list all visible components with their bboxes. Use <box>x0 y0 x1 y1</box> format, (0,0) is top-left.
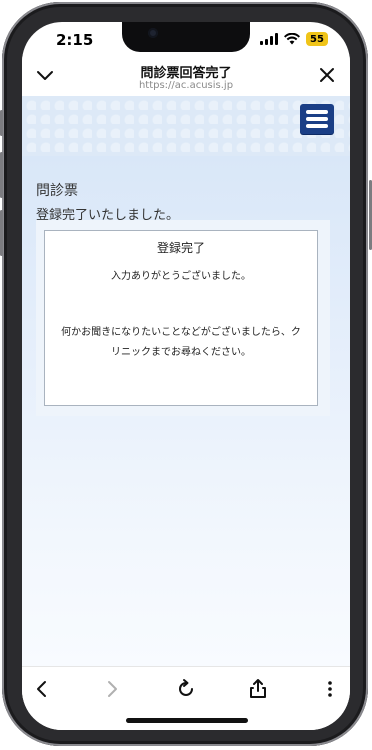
hamburger-menu-icon[interactable] <box>300 104 334 134</box>
screen: 2:15 55 問診票回答完了 https://ac.acusis.jp 問診票… <box>22 22 350 730</box>
forward-arrow-icon[interactable] <box>100 677 124 701</box>
status-time: 2:15 <box>56 31 94 49</box>
mute-switch <box>0 110 3 136</box>
completion-card: 登録完了 入力ありがとうございました。 何かお聞きになりたいことなどがございまし… <box>44 230 318 406</box>
card-thanks-text: 入力ありがとうございました。 <box>111 271 251 282</box>
card-contact-text: 何かお聞きになりたいことなどがございましたら、クリニックまでお尋ねください。 <box>61 327 301 358</box>
camera-icon <box>148 28 158 38</box>
page-title: 問診票回答完了 <box>140 66 232 81</box>
volume-up-button <box>0 152 3 198</box>
share-icon[interactable] <box>246 677 270 701</box>
notch <box>122 22 250 52</box>
card-title: 登録完了 <box>156 241 205 255</box>
site-header <box>22 96 350 157</box>
card-wrapper: 登録完了 入力ありがとうございました。 何かお聞きになりたいことなどがございまし… <box>36 220 330 416</box>
status-icons: 55 <box>260 32 328 46</box>
back-arrow-icon[interactable] <box>30 677 54 701</box>
cellular-signal-icon <box>260 33 278 45</box>
page-url: https://ac.acusis.jp <box>138 80 234 91</box>
main-content: 問診票 登録完了いたしました。 登録完了 入力ありがとうございました。 何かお聞… <box>22 156 350 666</box>
more-vertical-icon[interactable] <box>318 677 342 701</box>
wifi-icon <box>284 33 300 45</box>
home-indicator <box>126 718 248 723</box>
reload-icon[interactable] <box>174 677 198 701</box>
battery-indicator: 55 <box>306 32 328 46</box>
volume-down-button <box>0 210 3 256</box>
close-icon[interactable] <box>316 64 338 86</box>
section-title: 問診票 <box>36 183 78 199</box>
